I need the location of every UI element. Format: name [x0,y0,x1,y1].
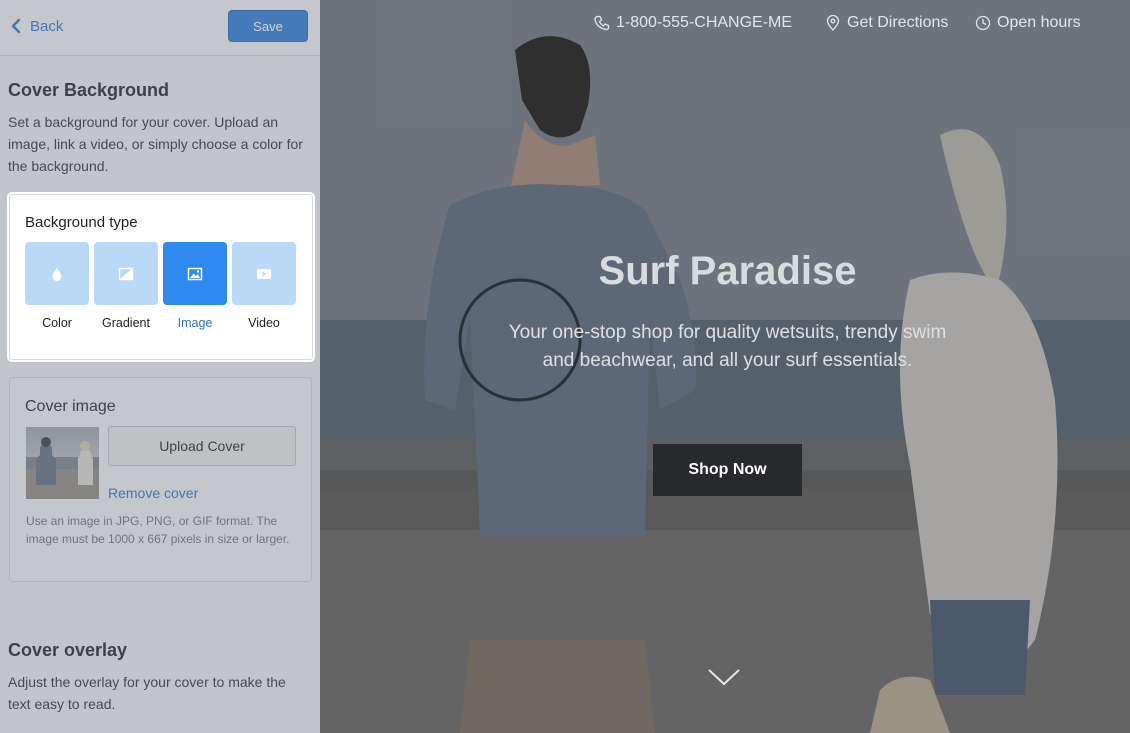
cover-image-hint: Use an image in JPG, PNG, or GIF format.… [26,514,290,546]
background-type-color-button[interactable] [25,242,89,305]
save-button[interactable]: Save [228,10,308,42]
cover-overlay-description: Adjust the overlay for your cover to mak… [8,674,286,712]
remove-cover-link[interactable]: Remove cover [108,485,198,501]
background-type-video-button[interactable] [232,242,296,305]
open-hours-text: Open hours [997,14,1081,31]
cover-background-heading: Cover Background [8,80,170,100]
editor-toolbar: Back Save [0,0,320,56]
phone-icon [594,15,610,31]
upload-cover-button[interactable]: Upload Cover [108,426,296,466]
hero-subtitle: Your one-stop shop for quality wetsuits,… [508,322,947,371]
phone-link[interactable]: 1-800-555-CHANGE-ME [594,12,792,34]
phone-text: 1-800-555-CHANGE-ME [616,14,793,31]
get-directions-text: Get Directions [847,14,949,31]
chevron-left-icon [11,18,21,34]
cover-overlay-heading: Cover overlay [8,640,128,660]
get-directions-link[interactable]: Get Directions [825,12,948,34]
background-type-color-label: Color [42,316,72,330]
gradient-icon [118,267,134,280]
chevron-down-icon[interactable] [707,666,741,688]
back-label: Back [30,17,64,35]
background-type-card: Background type Color Gradient Image Vid… [9,194,313,360]
cover-thumbnail [26,427,99,499]
cover-image-heading: Cover image [25,398,116,415]
background-type-gradient-button[interactable] [94,242,158,305]
panel-dim-overlay [0,0,320,733]
cover-image-card: Cover image Upload Cover Remove cover Us… [9,377,312,582]
hero-title: Surf Paradise [598,249,857,293]
cover-background-description: Set a background for your cover. Upload … [8,114,303,174]
shop-now-button[interactable]: Shop Now [653,444,802,496]
background-type-gradient-label: Gradient [102,316,150,330]
background-type-image-button[interactable] [163,242,227,305]
open-hours-link[interactable]: Open hours [975,12,1081,34]
cover-preview: 1-800-555-CHANGE-ME Get Directions Open … [320,0,1130,733]
background-type-image-label: Image [177,316,213,330]
background-type-heading: Background type [25,214,138,231]
droplet-icon [52,267,62,281]
editor-panel: Back Save Cover Background Set a backgro… [0,0,320,733]
clock-icon [975,15,991,31]
back-button[interactable]: Back [10,16,63,36]
video-icon [257,268,271,279]
background-type-video-label: Video [248,316,280,330]
image-icon [187,267,203,280]
map-pin-icon [826,15,840,31]
